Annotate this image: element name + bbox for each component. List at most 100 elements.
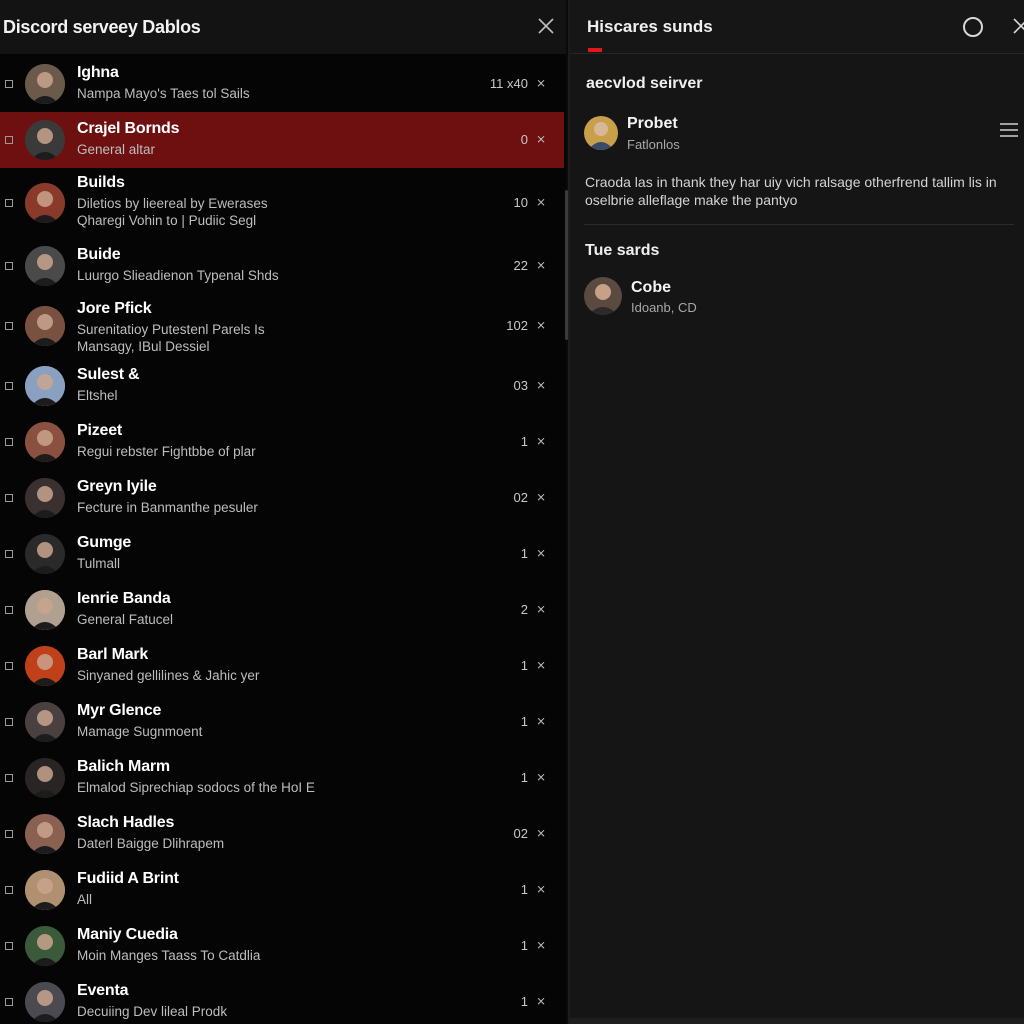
- member-subtitle: Idoanb, CD: [631, 300, 697, 315]
- avatar[interactable]: [25, 306, 65, 346]
- avatar[interactable]: [25, 926, 65, 966]
- list-item-title: Jore Pfick: [77, 300, 152, 317]
- unread-count: 02: [513, 490, 528, 505]
- hamburger-menu-icon[interactable]: [1000, 123, 1018, 137]
- list-item[interactable]: Ighna Nampa Mayo's Taes tol Sails 11 x40 ⨯: [0, 56, 564, 112]
- unread-count: 1: [520, 546, 528, 561]
- list-item-title: Slach Hadles: [77, 814, 175, 831]
- avatar[interactable]: [25, 120, 65, 160]
- list-item[interactable]: Sulest & Eltshel 03 ⨯: [0, 358, 564, 414]
- checkbox-icon[interactable]: [5, 830, 13, 838]
- list-item[interactable]: Pizeet Regui rebster Fightbbe of plar 1 ⨯: [0, 414, 564, 470]
- pin-icon[interactable]: ⨯: [536, 770, 546, 784]
- pin-icon[interactable]: ⨯: [536, 714, 546, 728]
- section-heading: Tue sards: [585, 242, 660, 259]
- avatar[interactable]: [25, 183, 65, 223]
- avatar[interactable]: [25, 870, 65, 910]
- pin-icon[interactable]: ⨯: [536, 602, 546, 616]
- avatar[interactable]: [25, 814, 65, 854]
- list-item[interactable]: Crajel Bornds General altar 0 ⨯: [0, 112, 564, 168]
- pin-icon[interactable]: ⨯: [536, 132, 546, 146]
- list-item[interactable]: Slach Hadles Daterl Baigge Dlihrapem 02 ⨯: [0, 806, 564, 862]
- checkbox-icon[interactable]: [5, 718, 13, 726]
- avatar[interactable]: [25, 246, 65, 286]
- list-item[interactable]: Builds Diletios by lieereal by Ewerases Q…: [0, 168, 564, 238]
- list-item[interactable]: Balich Marm Elmalod Siprechiap sodocs of …: [0, 750, 564, 806]
- unread-count: 1: [520, 714, 528, 729]
- checkbox-icon[interactable]: [5, 80, 13, 88]
- pin-icon[interactable]: ⨯: [536, 378, 546, 392]
- list-item-subtitle: Daterl Baigge Dlihrapem: [77, 836, 225, 851]
- unread-count: 1: [520, 770, 528, 785]
- pin-icon[interactable]: ⨯: [536, 195, 546, 209]
- pin-icon[interactable]: ⨯: [536, 318, 546, 332]
- checkbox-icon[interactable]: [5, 886, 13, 894]
- checkbox-icon[interactable]: [5, 322, 13, 330]
- avatar[interactable]: [25, 534, 65, 574]
- pin-icon[interactable]: ⨯: [536, 76, 546, 90]
- server-title: Discord serveey Dablos: [3, 17, 201, 37]
- avatar[interactable]: [25, 64, 65, 104]
- checkbox-icon[interactable]: [5, 494, 13, 502]
- close-icon[interactable]: [534, 14, 558, 38]
- list-item[interactable]: Eventa Decuiing Dev lileal Prodk 1 ⨯: [0, 974, 564, 1024]
- channel-list-panel: Discord serveey Dablos Ighna Nampa Mayo's…: [0, 0, 568, 1024]
- checkbox-icon[interactable]: [5, 382, 13, 390]
- avatar[interactable]: [25, 590, 65, 630]
- list-item[interactable]: Greyn Iyile Fecture in Banmanthe pesuler 0…: [0, 470, 564, 526]
- avatar[interactable]: [25, 702, 65, 742]
- detail-title: Hiscares sunds: [587, 17, 713, 36]
- checkbox-icon[interactable]: [5, 774, 13, 782]
- pin-icon[interactable]: ⨯: [536, 882, 546, 896]
- checkbox-icon[interactable]: [5, 136, 13, 144]
- list-item[interactable]: Ienrie Banda General Fatucel 2 ⨯: [0, 582, 564, 638]
- circle-icon[interactable]: [963, 17, 983, 37]
- list-item-subtitle: Elmalod Siprechiap sodocs of the HoI E: [77, 780, 315, 795]
- poster-name[interactable]: Probet: [627, 115, 678, 133]
- list-item-title: Fudiid A Brint: [77, 870, 179, 887]
- avatar[interactable]: [25, 982, 65, 1022]
- list-item[interactable]: Maniy Cuedia Moin Manges Taass To Catdlia…: [0, 918, 564, 974]
- checkbox-icon[interactable]: [5, 998, 13, 1006]
- avatar[interactable]: [25, 758, 65, 798]
- checkbox-icon[interactable]: [5, 942, 13, 950]
- pin-icon[interactable]: ⨯: [536, 658, 546, 672]
- avatar[interactable]: [25, 478, 65, 518]
- list-item[interactable]: Gumge Tulmall 1 ⨯: [0, 526, 564, 582]
- pin-icon[interactable]: ⨯: [536, 546, 546, 560]
- message-text: Craoda las in thank they har uiy vich ra…: [585, 174, 997, 208]
- list-item-title: Balich Marm: [77, 758, 170, 775]
- avatar[interactable]: [25, 422, 65, 462]
- list-item-title: Pizeet: [77, 422, 123, 439]
- pin-icon[interactable]: ⨯: [536, 938, 546, 952]
- list-item[interactable]: Jore Pfick Surenitatioy Putestenl Parels …: [0, 294, 564, 358]
- pin-icon[interactable]: ⨯: [536, 258, 546, 272]
- pin-icon[interactable]: ⨯: [536, 826, 546, 840]
- list-item-subtitle: Moin Manges Taass To Catdlia: [77, 948, 261, 963]
- avatar[interactable]: [25, 646, 65, 686]
- checkbox-icon[interactable]: [5, 662, 13, 670]
- list-item-title: Gumge: [77, 534, 132, 551]
- close-icon[interactable]: [1010, 15, 1024, 37]
- checkbox-icon[interactable]: [5, 606, 13, 614]
- checkbox-icon[interactable]: [5, 550, 13, 558]
- pin-icon[interactable]: ⨯: [536, 994, 546, 1008]
- list-item[interactable]: Myr Glence Mamage Sugnmoent 1 ⨯: [0, 694, 564, 750]
- list-item[interactable]: Barl Mark Sinyaned gellilines & Jahic yer…: [0, 638, 564, 694]
- avatar[interactable]: [25, 366, 65, 406]
- checkbox-icon[interactable]: [5, 438, 13, 446]
- pin-icon[interactable]: ⨯: [536, 434, 546, 448]
- avatar[interactable]: [584, 277, 622, 315]
- section-heading: aecvlod seirver: [586, 75, 703, 92]
- member-name[interactable]: Cobe: [631, 279, 671, 297]
- unread-count: 2: [520, 602, 528, 617]
- list-item-subtitle: Sinyaned gellilines & Jahic yer: [77, 668, 260, 683]
- avatar[interactable]: [584, 116, 618, 150]
- pin-icon[interactable]: ⨯: [536, 490, 546, 504]
- checkbox-icon[interactable]: [5, 199, 13, 207]
- bottom-strip: [570, 1018, 1024, 1024]
- unread-count: 10: [513, 195, 528, 210]
- checkbox-icon[interactable]: [5, 262, 13, 270]
- list-item[interactable]: Fudiid A Brint All 1 ⨯: [0, 862, 564, 918]
- list-item[interactable]: Buide Luurgo Slieadienon Typenal Shds 22 ⨯: [0, 238, 564, 294]
